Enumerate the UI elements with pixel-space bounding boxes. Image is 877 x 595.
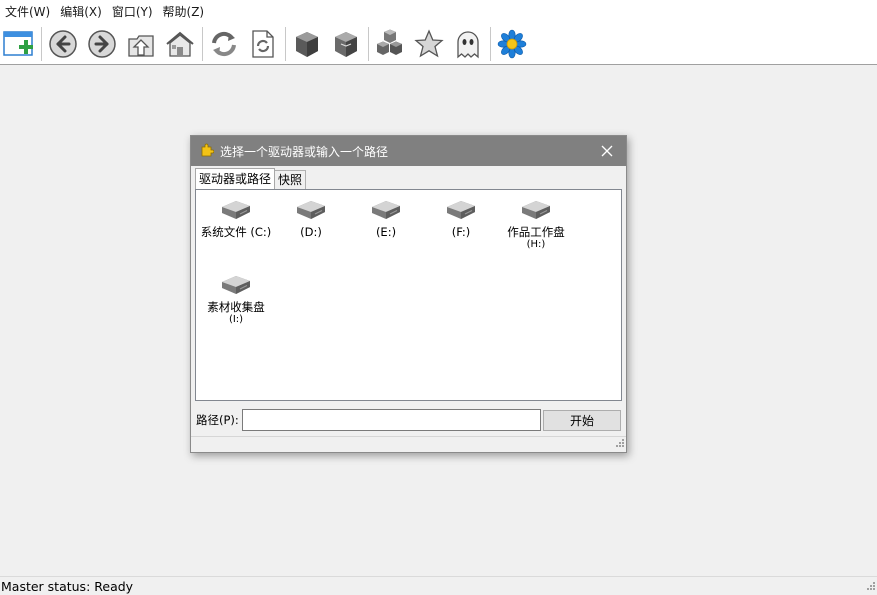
drive-item-f[interactable]: (F:) (421, 198, 501, 239)
hard-drive-icon (447, 201, 475, 219)
hard-drive-icon (522, 201, 550, 219)
new-window-button[interactable] (1, 25, 37, 63)
menu-window[interactable]: 窗口(Y) (107, 0, 158, 24)
ghost-button[interactable] (450, 25, 486, 63)
refresh-button[interactable] (206, 25, 242, 63)
path-row: 路径(P): 开始 (196, 409, 621, 431)
refresh-icon (212, 31, 236, 57)
drive-list: 系统文件 (C:) (D:) (E:) (F:) 作品工作盘 (H:) 素材收集… (195, 189, 622, 401)
drive-select-dialog: 选择一个驱动器或输入一个路径 驱动器或路径 快照 系统文件 (C:) (D:) … (190, 135, 627, 453)
drive-item-e[interactable]: (E:) (346, 198, 426, 239)
toolbar-separator (41, 27, 42, 61)
drive-item-d[interactable]: (D:) (271, 198, 351, 239)
resize-grip-icon[interactable] (616, 436, 624, 450)
menu-file[interactable]: 文件(W) (0, 0, 55, 24)
new-window-icon (3, 31, 33, 56)
menu-edit[interactable]: 编辑(X) (55, 0, 107, 24)
drive-item-h[interactable]: 作品工作盘 (H:) (496, 198, 576, 250)
star-button[interactable] (411, 25, 447, 63)
cubes-icon (377, 29, 402, 55)
close-icon (601, 145, 613, 157)
toolbar-separator (368, 27, 369, 61)
hard-drive-icon (297, 201, 325, 219)
ghost-icon (457, 31, 479, 59)
forward-arrow-icon (88, 30, 116, 58)
home-button[interactable] (162, 25, 198, 63)
flower-icon (497, 29, 527, 59)
dialog-title-bar[interactable]: 选择一个驱动器或输入一个路径 (191, 136, 626, 166)
refresh-document-icon (252, 30, 274, 58)
cube-icon (296, 32, 318, 57)
path-input[interactable] (242, 409, 541, 431)
dialog-footer-divider (191, 436, 626, 437)
star-icon (414, 29, 444, 58)
cube-alt-button[interactable] (328, 25, 364, 63)
cubes-button[interactable] (372, 25, 408, 63)
toolbar-separator (285, 27, 286, 61)
up-folder-icon (128, 35, 154, 57)
tab-snapshot[interactable]: 快照 (274, 170, 307, 189)
status-text: Master status: Ready (1, 578, 134, 594)
tab-strip: 驱动器或路径 快照 (191, 168, 626, 189)
resize-grip-icon[interactable] (867, 578, 875, 593)
start-button[interactable]: 开始 (543, 409, 621, 431)
home-icon (166, 31, 194, 57)
puzzle-icon (200, 143, 215, 160)
tab-drives[interactable]: 驱动器或路径 (195, 168, 276, 189)
drive-item-c[interactable]: 系统文件 (C:) (196, 198, 276, 239)
flower-button[interactable] (494, 25, 530, 63)
back-arrow-icon (49, 30, 77, 58)
path-label: 路径(P): (196, 413, 239, 427)
hard-drive-icon (222, 201, 250, 219)
status-bar: Master status: Ready (0, 576, 877, 595)
up-folder-button[interactable] (123, 25, 159, 63)
hard-drive-icon (372, 201, 400, 219)
hard-drive-icon (222, 276, 250, 294)
drive-item-i[interactable]: 素材收集盘 (I:) (196, 273, 276, 325)
close-button[interactable] (597, 141, 617, 161)
menu-bar: 文件(W) 编辑(X) 窗口(Y) 帮助(Z) (0, 0, 877, 24)
dialog-title: 选择一个驱动器或输入一个路径 (220, 144, 389, 159)
refresh-document-button[interactable] (245, 25, 281, 63)
cube-alt-icon (335, 32, 357, 57)
toolbar-separator (202, 27, 203, 61)
toolbar-separator (490, 27, 491, 61)
toolbar (0, 24, 877, 65)
cube-button[interactable] (289, 25, 325, 63)
forward-button[interactable] (84, 25, 120, 63)
menu-help[interactable]: 帮助(Z) (158, 0, 210, 24)
back-button[interactable] (45, 25, 81, 63)
